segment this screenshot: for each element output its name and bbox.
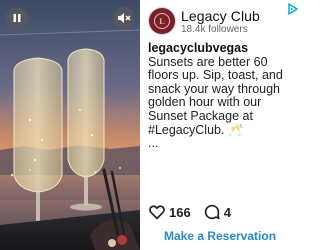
heart-icon[interactable] [148, 203, 166, 221]
pause-icon [13, 14, 21, 22]
comment-count: 4 [223, 204, 231, 220]
avatar-monogram: L [154, 13, 170, 29]
adchoices-icon[interactable] [288, 3, 298, 15]
engagement-stats: 166 4 [148, 203, 243, 221]
post-caption: Sunsets are better 60 floors up. Sip, to… [148, 54, 283, 137]
post-handle[interactable]: legacyclubvegas [148, 41, 298, 56]
mute-icon [118, 13, 131, 23]
like-count: 166 [169, 204, 191, 220]
sunset-video-thumbnail[interactable] [0, 0, 140, 250]
instagram-ad-unit: L Legacy Club 18.4k followers legacyclub… [0, 0, 300, 250]
avatar[interactable]: L [149, 8, 175, 34]
comment-icon[interactable] [203, 203, 221, 221]
pause-button[interactable] [6, 7, 28, 29]
ad-info-panel: L Legacy Club 18.4k followers legacyclub… [140, 0, 300, 250]
make-reservation-link[interactable]: Make a Reservation [140, 229, 300, 243]
account-name[interactable]: Legacy Club [181, 8, 260, 24]
more-link[interactable]: ... [148, 137, 298, 151]
follower-count: 18.4k followers [181, 24, 248, 35]
mute-button[interactable] [113, 7, 135, 29]
post-text: legacyclubvegas Sunsets are better 60 fl… [148, 41, 298, 151]
